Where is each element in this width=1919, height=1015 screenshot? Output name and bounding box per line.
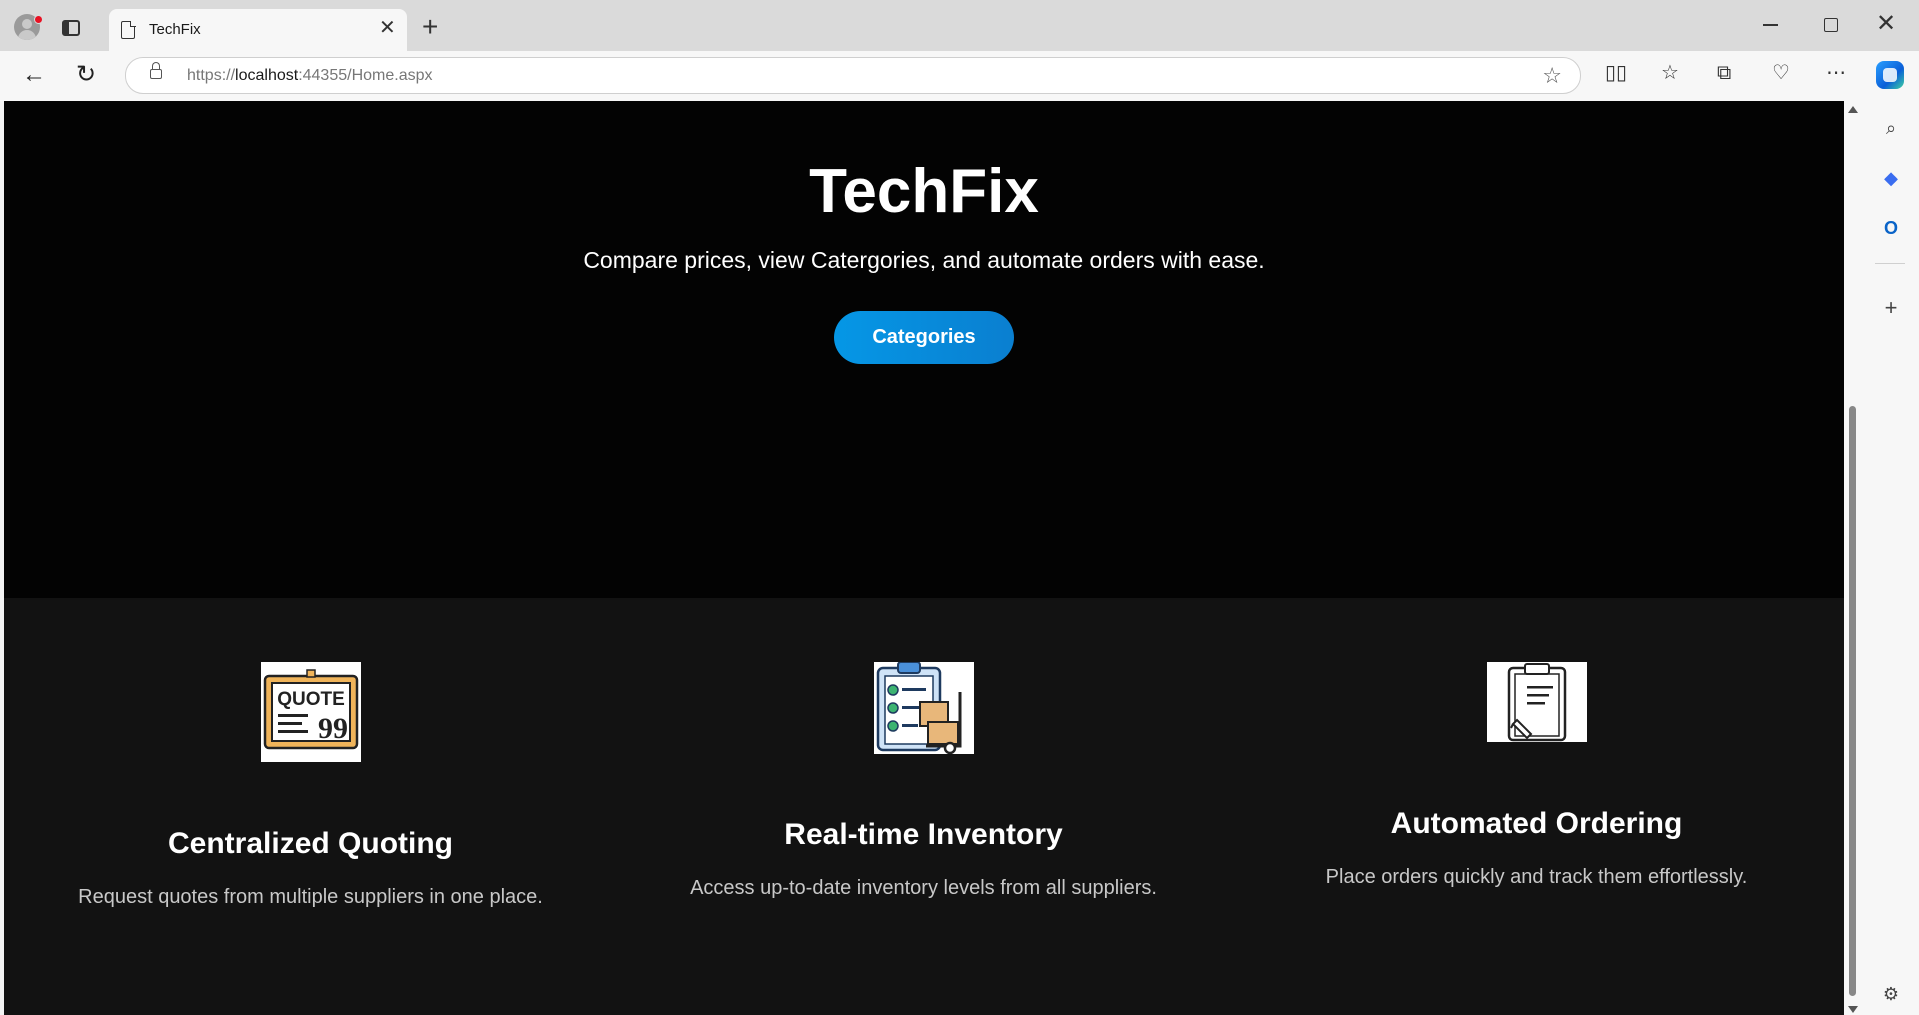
svg-text:99: 99	[318, 712, 348, 745]
refresh-icon[interactable]: ↻	[76, 61, 96, 89]
settings-icon[interactable]: ⚙	[1880, 983, 1902, 1005]
feature-card-quoting: QUOTE 99 Centralized Quoting Request quo…	[4, 598, 617, 1015]
page-viewport: TechFix Compare prices, view Catergories…	[4, 101, 1844, 1015]
feature-description: Place orders quickly and track them effo…	[1325, 866, 1748, 888]
svg-text:QUOTE: QUOTE	[277, 689, 345, 710]
scroll-up-arrow-icon[interactable]	[1848, 106, 1858, 113]
clipboard-icon	[1487, 662, 1587, 742]
back-arrow-icon[interactable]: ←	[22, 61, 46, 89]
tab-close-button[interactable]: ✕	[379, 18, 396, 38]
copilot-apps-icon[interactable]: ◆	[1880, 167, 1902, 189]
copilot-icon[interactable]	[1876, 61, 1904, 89]
favorites-icon[interactable]: ☆	[1661, 61, 1679, 85]
page-icon	[121, 20, 136, 39]
minimize-button[interactable]	[1763, 24, 1778, 26]
inventory-icon	[874, 662, 974, 754]
categories-button[interactable]: Categories	[834, 311, 1014, 364]
browser-essentials-icon[interactable]: ♡	[1772, 61, 1790, 85]
tab-actions-icon[interactable]	[62, 20, 80, 36]
page-scrollbar[interactable]	[1844, 101, 1861, 1015]
tab-techfix[interactable]: TechFix ✕	[109, 9, 407, 51]
collections-icon[interactable]: ⧉	[1717, 61, 1731, 85]
features-section: QUOTE 99 Centralized Quoting Request quo…	[4, 598, 1844, 1015]
feature-description: Access up-to-date inventory levels from …	[690, 877, 1157, 899]
star-icon[interactable]: ☆	[1542, 63, 1562, 89]
close-window-button[interactable]: ✕	[1876, 10, 1896, 38]
address-url[interactable]: https://localhost:44355/Home.aspx	[187, 67, 433, 85]
notification-dot	[34, 15, 43, 24]
feature-title: Automated Ordering	[1390, 807, 1683, 840]
address-bar[interactable]: https://localhost:44355/Home.aspx ☆	[125, 57, 1581, 94]
new-tab-button[interactable]: +	[422, 13, 438, 41]
title-bar: TechFix ✕ + ✕	[0, 0, 1919, 51]
more-icon[interactable]: ⋯	[1826, 61, 1846, 85]
scroll-down-arrow-icon[interactable]	[1848, 1006, 1858, 1013]
tab-title: TechFix	[149, 21, 201, 38]
add-icon[interactable]: +	[1880, 297, 1902, 319]
search-icon[interactable]: ⌕	[1880, 117, 1902, 139]
feature-card-ordering: Automated Ordering Place orders quickly …	[1230, 598, 1843, 1015]
feature-title: Centralized Quoting	[168, 827, 453, 860]
edge-sidebar: ⌕ ◆ O + ⚙	[1861, 101, 1919, 1015]
scroll-thumb[interactable]	[1849, 406, 1856, 996]
hero-section: TechFix Compare prices, view Catergories…	[4, 101, 1844, 598]
split-screen-icon[interactable]: ▯▯	[1605, 61, 1627, 85]
quote-icon: QUOTE 99	[261, 662, 361, 762]
maximize-button[interactable]	[1824, 18, 1838, 32]
hero-subtitle: Compare prices, view Catergories, and au…	[583, 247, 1265, 273]
outlook-icon[interactable]: O	[1880, 217, 1902, 239]
browser-toolbar: ← ↻ https://localhost:44355/Home.aspx ☆	[0, 51, 1919, 101]
feature-card-inventory: Real-time Inventory Access up-to-date in…	[617, 598, 1230, 1015]
sidebar-divider	[1875, 263, 1905, 264]
feature-description: Request quotes from multiple suppliers i…	[78, 886, 543, 908]
feature-title: Real-time Inventory	[784, 818, 1063, 851]
page-title: TechFix	[809, 157, 1039, 226]
lock-icon[interactable]	[150, 62, 162, 79]
